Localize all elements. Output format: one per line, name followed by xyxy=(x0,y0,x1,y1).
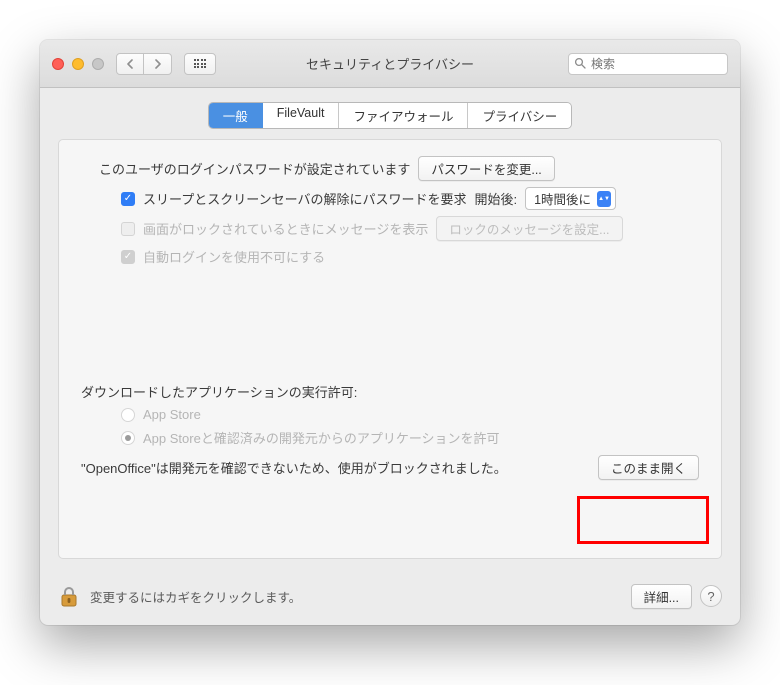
content-panel: このユーザのログインパスワードが設定されています パスワードを変更... ✓ ス… xyxy=(58,139,722,559)
zoom-window-button[interactable] xyxy=(92,58,104,70)
window-controls xyxy=(52,58,104,70)
tab-filevault[interactable]: FileVault xyxy=(263,103,340,128)
login-password-text: このユーザのログインパスワードが設定されています xyxy=(99,159,410,178)
advanced-button[interactable]: 詳細... xyxy=(631,584,692,609)
allow-appstore-label: App Store xyxy=(143,407,201,422)
preferences-window: セキュリティとプライバシー 一般 FileVault ファイアウォール プライバ… xyxy=(40,40,740,625)
tab-segmented-control: 一般 FileVault ファイアウォール プライバシー xyxy=(208,102,573,129)
show-lock-message-label: 画面がロックされているときにメッセージを表示 xyxy=(143,219,428,238)
search-icon xyxy=(574,57,586,72)
lock-text: 変更するにはカギをクリックします。 xyxy=(90,587,301,606)
show-lock-message-checkbox xyxy=(121,222,135,236)
back-button[interactable] xyxy=(116,53,144,75)
show-all-button[interactable] xyxy=(184,53,216,75)
help-button[interactable]: ? xyxy=(700,585,722,607)
annotation-highlight xyxy=(577,496,709,544)
allow-appstore-radio xyxy=(121,408,135,422)
download-heading: ダウンロードしたアプリケーションの実行許可: xyxy=(81,382,357,401)
chevron-updown-icon: ▲▼ xyxy=(597,191,611,207)
change-password-button[interactable]: パスワードを変更... xyxy=(418,156,554,181)
tabs: 一般 FileVault ファイアウォール プライバシー xyxy=(40,88,740,139)
minimize-window-button[interactable] xyxy=(72,58,84,70)
require-password-checkbox[interactable]: ✓ xyxy=(121,192,135,206)
blocked-app-text: "OpenOffice"は開発元を確認できないため、使用がブロックされました。 xyxy=(81,458,507,477)
open-anyway-button[interactable]: このまま開く xyxy=(598,455,699,480)
nav-buttons xyxy=(116,53,172,75)
tab-general[interactable]: 一般 xyxy=(209,103,263,128)
search-wrap xyxy=(568,53,728,75)
tab-privacy[interactable]: プライバシー xyxy=(468,103,571,128)
allow-identified-label: App Storeと確認済みの開発元からのアプリケーションを許可 xyxy=(143,428,500,447)
tab-firewall[interactable]: ファイアウォール xyxy=(339,103,468,128)
allow-identified-radio xyxy=(121,431,135,445)
require-password-label: スリープとスクリーンセーバの解除にパスワードを要求 xyxy=(143,189,466,208)
require-password-delay-value: 1時間後に xyxy=(534,189,591,208)
lock-icon[interactable] xyxy=(58,583,80,609)
require-password-delay-select[interactable]: 1時間後に ▲▼ xyxy=(525,187,616,210)
footer: 変更するにはカギをクリックします。 詳細... ? xyxy=(40,573,740,625)
disable-autologin-checkbox: ✓ xyxy=(121,250,135,264)
forward-button[interactable] xyxy=(144,53,172,75)
grid-icon xyxy=(194,59,207,68)
titlebar: セキュリティとプライバシー xyxy=(40,40,740,88)
set-lock-message-button: ロックのメッセージを設定... xyxy=(436,216,622,241)
search-input[interactable] xyxy=(568,53,728,75)
close-window-button[interactable] xyxy=(52,58,64,70)
disable-autologin-label: 自動ログインを使用不可にする xyxy=(143,247,325,266)
after-label: 開始後: xyxy=(474,189,517,208)
